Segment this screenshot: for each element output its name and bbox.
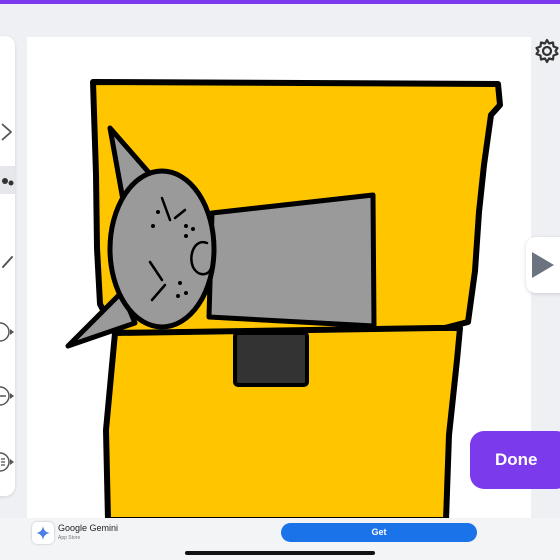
settings-button[interactable]: [534, 38, 560, 64]
cat-in-box-drawing: [65, 79, 503, 523]
cat-head: [107, 168, 217, 330]
box-latch: [233, 331, 309, 387]
sticker-tool-button[interactable]: [0, 382, 15, 410]
play-arrow-icon: [532, 252, 554, 278]
brush-icon: [2, 256, 13, 268]
text-tool-button[interactable]: [0, 448, 15, 476]
drawing-canvas[interactable]: [27, 37, 531, 523]
ad-get-button[interactable]: Get: [281, 523, 477, 542]
dropdown-tool-icon: [0, 322, 14, 342]
cat-body: [206, 192, 377, 329]
top-accent-bar: [0, 0, 560, 4]
gemini-sparkle-icon: [36, 526, 50, 540]
fill-bucket-icon: [2, 178, 14, 186]
shape-icon: [1, 123, 12, 141]
fill-tool-button[interactable]: [0, 166, 15, 194]
brush-tool-button[interactable]: [0, 248, 15, 276]
home-indicator[interactable]: [185, 551, 375, 555]
ad-title[interactable]: Google Gemini: [58, 523, 118, 533]
ad-subtitle: App Store: [58, 535, 81, 541]
text-tool-icon: [0, 452, 14, 472]
gear-icon: [535, 38, 559, 64]
next-page-button[interactable]: [526, 237, 560, 293]
shape-tool-button[interactable]: [0, 118, 15, 146]
dropdown-tool-button[interactable]: [0, 318, 15, 346]
sticker-icon: [0, 386, 14, 406]
done-button[interactable]: Done: [470, 431, 560, 489]
tool-rail: [0, 36, 15, 496]
ad-app-icon[interactable]: [32, 522, 54, 544]
